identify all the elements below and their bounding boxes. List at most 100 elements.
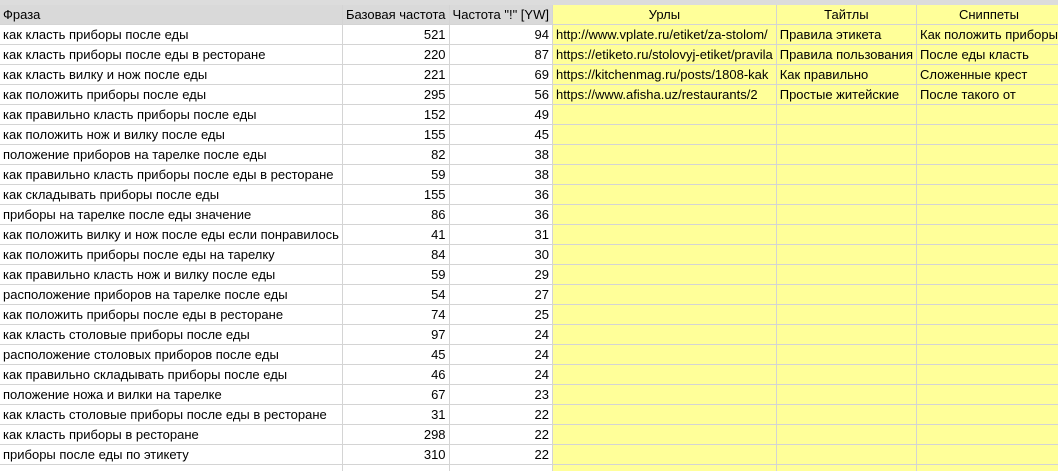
cell-base-frequency[interactable]: 41 xyxy=(342,224,450,245)
cell-snippet[interactable] xyxy=(916,244,1058,265)
cell-snippet[interactable] xyxy=(916,424,1058,445)
cell-url[interactable] xyxy=(552,164,777,185)
cell-base-frequency[interactable]: 155 xyxy=(342,184,450,205)
cell-title[interactable] xyxy=(776,284,918,305)
cell-snippet[interactable] xyxy=(916,264,1058,285)
cell-title[interactable] xyxy=(776,464,918,471)
cell-phrase[interactable]: приборы на тарелке после еды значение xyxy=(0,204,343,225)
cell-title[interactable] xyxy=(776,124,918,145)
cell-base-frequency[interactable]: 86 xyxy=(342,204,450,225)
cell-snippet[interactable] xyxy=(916,404,1058,425)
cell-exact-frequency[interactable]: 87 xyxy=(449,44,553,65)
cell-title[interactable] xyxy=(776,404,918,425)
cell-base-frequency[interactable]: 67 xyxy=(342,384,450,405)
cell-url[interactable] xyxy=(552,384,777,405)
cell-snippet[interactable] xyxy=(916,304,1058,325)
cell-url[interactable]: https://kitchenmag.ru/posts/1808-kak xyxy=(552,64,777,85)
cell-url[interactable] xyxy=(552,264,777,285)
cell-url[interactable]: https://etiketo.ru/stolovyj-etiket/pravi… xyxy=(552,44,777,65)
cell-phrase[interactable]: как правильно складывать приборы после е… xyxy=(0,364,343,385)
cell-base-frequency[interactable]: 59 xyxy=(342,164,450,185)
cell-exact-frequency[interactable]: 24 xyxy=(449,364,553,385)
cell-base-frequency[interactable]: 84 xyxy=(342,244,450,265)
cell-exact-frequency[interactable]: 23 xyxy=(449,384,553,405)
cell-title[interactable] xyxy=(776,264,918,285)
cell-phrase[interactable]: как правильно класть нож и вилку после е… xyxy=(0,264,343,285)
cell-snippet[interactable] xyxy=(916,444,1058,465)
cell-phrase[interactable]: расположение столовых приборов после еды xyxy=(0,344,343,365)
cell-phrase[interactable]: как положить приборы после еды на тарелк… xyxy=(0,244,343,265)
cell-url[interactable] xyxy=(552,344,777,365)
cell-phrase[interactable]: как правильно класть приборы после еды xyxy=(0,104,343,125)
cell-base-frequency[interactable]: 521 xyxy=(342,24,450,45)
cell-title[interactable] xyxy=(776,244,918,265)
cell-phrase[interactable]: как класть вилку и нож после еды xyxy=(0,64,343,85)
cell-title[interactable] xyxy=(776,224,918,245)
cell-phrase[interactable]: как положить приборы после еды xyxy=(0,84,343,105)
cell-exact-frequency[interactable]: 38 xyxy=(449,144,553,165)
cell-base-frequency[interactable]: 155 xyxy=(342,124,450,145)
header-base-frequency[interactable]: Базовая частота xyxy=(342,5,450,25)
cell-title[interactable]: Как правильно xyxy=(776,64,918,85)
cell-phrase[interactable]: как класть столовые приборы после еды в … xyxy=(0,404,343,425)
cell-base-frequency[interactable]: 82 xyxy=(342,144,450,165)
cell-exact-frequency[interactable]: 49 xyxy=(449,104,553,125)
cell-base-frequency[interactable]: 31 xyxy=(342,404,450,425)
header-phrase[interactable]: Фраза xyxy=(0,5,343,25)
cell-snippet[interactable] xyxy=(916,324,1058,345)
cell-phrase[interactable]: положение ножа и вилки на тарелке xyxy=(0,384,343,405)
cell-url[interactable] xyxy=(552,124,777,145)
cell-snippet[interactable]: После такого от xyxy=(916,84,1058,105)
cell-exact-frequency[interactable]: 56 xyxy=(449,84,553,105)
cell-phrase[interactable]: приборы после еды по этикету xyxy=(0,444,343,465)
cell-snippet[interactable] xyxy=(916,384,1058,405)
cell-base-frequency[interactable]: 152 xyxy=(342,104,450,125)
cell-exact-frequency[interactable]: 25 xyxy=(449,304,553,325)
cell-snippet[interactable] xyxy=(916,344,1058,365)
cell-url[interactable] xyxy=(552,304,777,325)
cell-phrase[interactable]: как класть столовые приборы после еды xyxy=(0,324,343,345)
cell-base-frequency[interactable]: 221 xyxy=(342,64,450,85)
header-urls[interactable]: Урлы xyxy=(552,5,777,25)
cell-base-frequency[interactable]: 310 xyxy=(342,444,450,465)
cell-exact-frequency[interactable]: 29 xyxy=(449,264,553,285)
cell-phrase[interactable] xyxy=(0,464,343,471)
cell-snippet[interactable] xyxy=(916,284,1058,305)
cell-exact-frequency[interactable]: 27 xyxy=(449,284,553,305)
cell-base-frequency[interactable]: 298 xyxy=(342,424,450,445)
cell-base-frequency[interactable]: 45 xyxy=(342,344,450,365)
cell-exact-frequency[interactable]: 38 xyxy=(449,164,553,185)
cell-exact-frequency[interactable]: 31 xyxy=(449,224,553,245)
cell-exact-frequency[interactable]: 22 xyxy=(449,424,553,445)
cell-title[interactable] xyxy=(776,364,918,385)
cell-url[interactable] xyxy=(552,404,777,425)
cell-snippet[interactable] xyxy=(916,364,1058,385)
cell-title[interactable] xyxy=(776,164,918,185)
cell-title[interactable] xyxy=(776,204,918,225)
cell-title[interactable] xyxy=(776,424,918,445)
cell-phrase[interactable]: как класть приборы в ресторане xyxy=(0,424,343,445)
cell-snippet[interactable] xyxy=(916,224,1058,245)
cell-exact-frequency[interactable]: 69 xyxy=(449,64,553,85)
cell-base-frequency[interactable]: 46 xyxy=(342,364,450,385)
cell-snippet[interactable]: После еды класть xyxy=(916,44,1058,65)
cell-title[interactable]: Правила этикета xyxy=(776,24,918,45)
cell-snippet[interactable] xyxy=(916,464,1058,471)
cell-snippet[interactable] xyxy=(916,204,1058,225)
cell-base-frequency[interactable]: 74 xyxy=(342,304,450,325)
cell-phrase[interactable]: как складывать приборы после еды xyxy=(0,184,343,205)
cell-title[interactable] xyxy=(776,144,918,165)
cell-base-frequency[interactable] xyxy=(342,464,450,471)
header-titles[interactable]: Тайтлы xyxy=(776,5,918,25)
cell-url[interactable]: http://www.vplate.ru/etiket/za-stolom/ xyxy=(552,24,777,45)
cell-base-frequency[interactable]: 220 xyxy=(342,44,450,65)
cell-snippet[interactable] xyxy=(916,184,1058,205)
cell-title[interactable] xyxy=(776,384,918,405)
cell-url[interactable]: https://www.afisha.uz/restaurants/2 xyxy=(552,84,777,105)
cell-url[interactable] xyxy=(552,424,777,445)
cell-snippet[interactable] xyxy=(916,124,1058,145)
cell-title[interactable] xyxy=(776,184,918,205)
cell-exact-frequency[interactable]: 36 xyxy=(449,204,553,225)
cell-url[interactable] xyxy=(552,144,777,165)
cell-phrase[interactable]: как класть приборы после еды xyxy=(0,24,343,45)
